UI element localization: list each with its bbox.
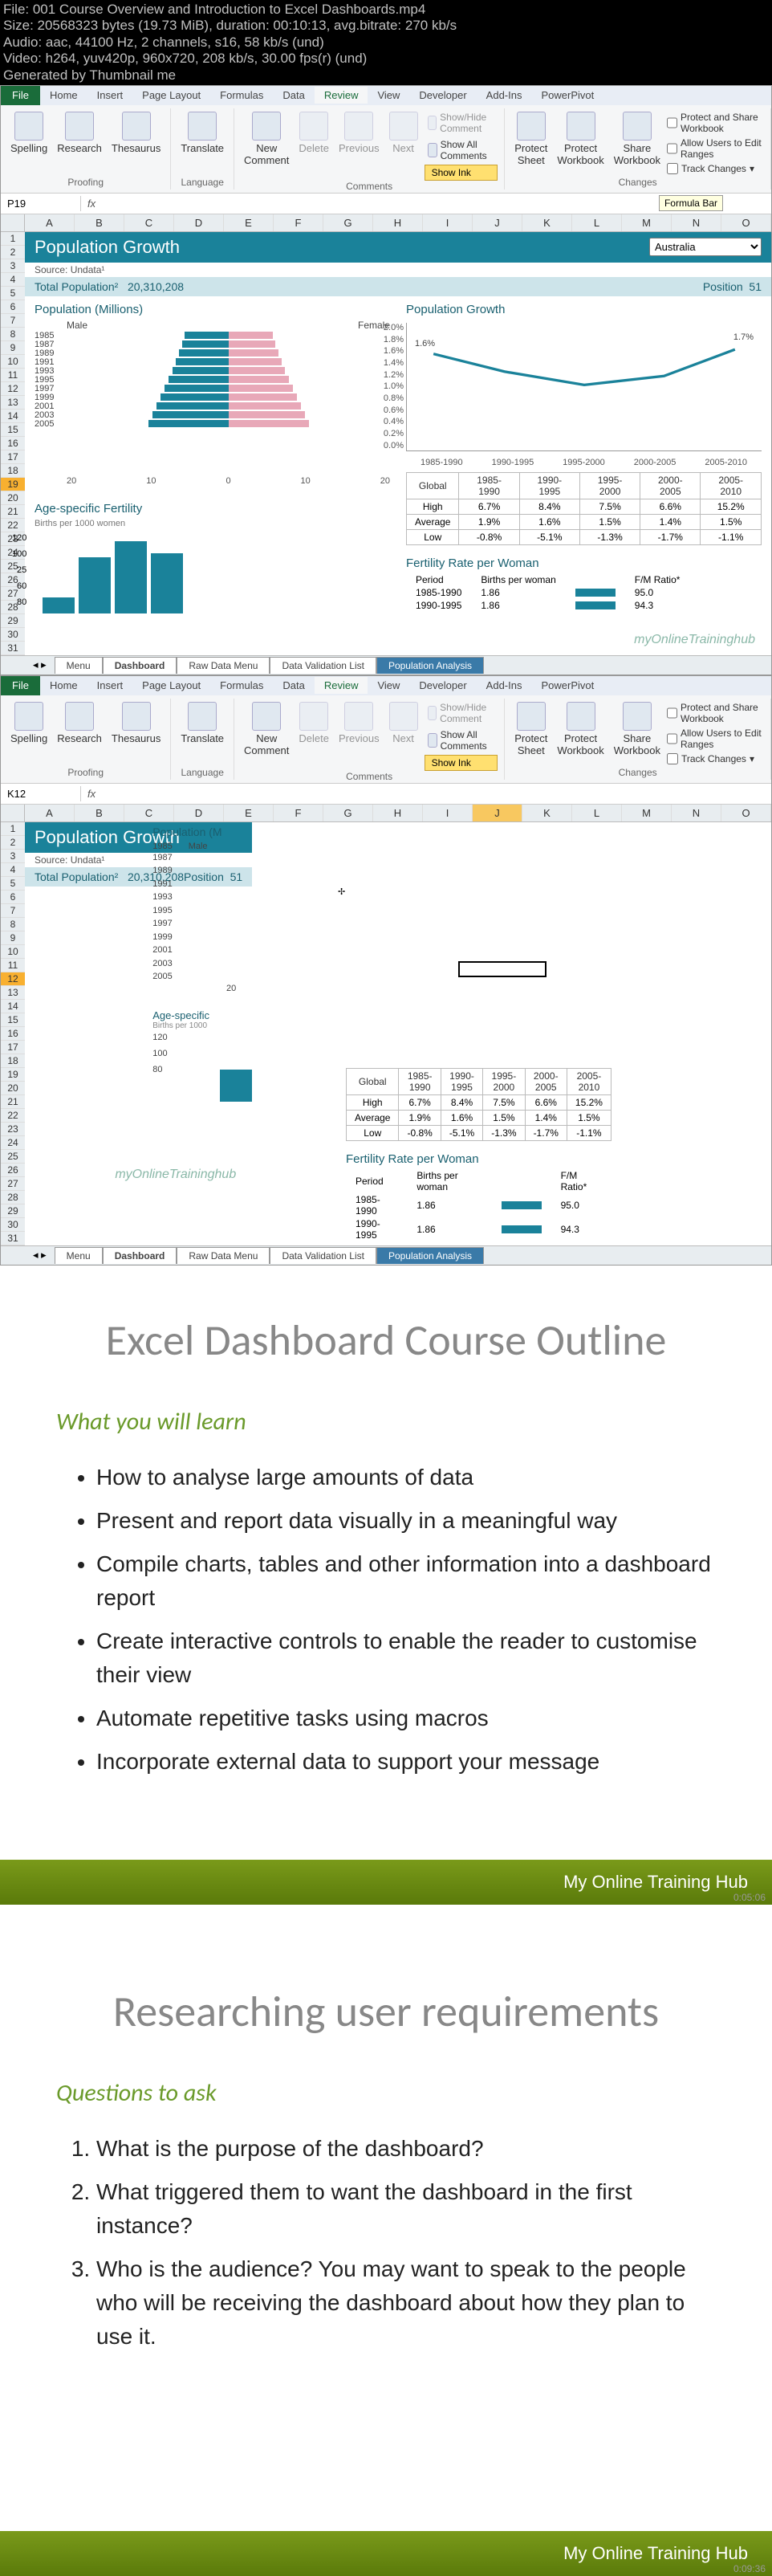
share-icon — [623, 112, 652, 141]
worksheet-canvas-2[interactable]: Population Growth Source: Undata¹ Total … — [25, 822, 252, 1245]
tab-addins[interactable]: Add-Ins — [477, 87, 532, 104]
tab-view[interactable]: View — [368, 87, 409, 104]
slide-list: How to analyse large amounts of dataPres… — [56, 1461, 716, 1779]
tab-pagelayout[interactable]: Page Layout — [132, 87, 210, 104]
protect-workbook-button[interactable]: Protect Workbook — [554, 110, 607, 168]
allow-users-checkbox[interactable]: Allow Users to Edit Ranges — [667, 137, 764, 160]
protect-sheet-button[interactable]: Protect Sheet — [511, 110, 551, 168]
population-growth-chart: 2.0%1.8%1.6%1.4%1.2%1.0%0.8%0.6%0.4%0.2%… — [406, 323, 762, 451]
ribbon: Spelling Research Thesaurus Proofing Tra… — [1, 105, 771, 194]
showhide-icon — [428, 116, 437, 130]
slide-title: Excel Dashboard Course Outline — [56, 1314, 716, 1367]
name-box[interactable]: P19 — [1, 196, 81, 211]
frw-title: Fertility Rate per Woman — [406, 556, 762, 570]
row-headers: 1234567891011121314151617181920212223242… — [1, 232, 25, 655]
delete-icon — [299, 112, 328, 141]
group-changes: Protect Sheet Protect Workbook Share Wor… — [505, 108, 771, 190]
new-comment-button[interactable]: New Comment — [241, 110, 292, 168]
sheet-tab-dashboard[interactable]: Dashboard — [103, 657, 177, 674]
tab-review[interactable]: Review — [315, 87, 368, 104]
fertility-title: Age-specific Fertility — [35, 502, 390, 516]
formula-bar-tooltip: Formula Bar — [659, 195, 723, 211]
timestamp: 0:05:06 — [733, 1892, 766, 1903]
country-select[interactable]: Australia — [649, 238, 762, 256]
formula-bar: P19 fx Formula Bar — [1, 194, 771, 214]
group-proofing: Spelling Research Thesaurus Proofing — [1, 108, 171, 190]
prev-comment-button[interactable]: Previous — [335, 110, 383, 156]
track-changes-button[interactable]: Track Changes ▾ — [667, 163, 764, 174]
file-tab[interactable]: File — [1, 676, 40, 695]
sheet-tabs: ◂ ▸ Menu Dashboard Raw Data Menu Data Va… — [1, 655, 771, 675]
excel-window-1: File Home Insert Page Layout Formulas Da… — [0, 85, 772, 675]
fx-icon[interactable]: fx — [81, 198, 102, 210]
research-button[interactable]: Research — [54, 110, 105, 156]
show-ink-button[interactable]: Show Ink — [425, 165, 498, 181]
source-text: Source: Undata¹ — [25, 263, 771, 277]
translate-button[interactable]: Translate — [177, 110, 227, 156]
growth-chart-title: Population Growth — [406, 303, 762, 316]
protect-share-checkbox[interactable]: Protect and Share Workbook — [667, 112, 764, 134]
slide-user-requirements: Researching user requirements Questions … — [0, 1937, 772, 2499]
dashboard-title-bar: Population Growth Australia — [25, 232, 771, 263]
slide-list: What is the purpose of the dashboard?Wha… — [56, 2132, 716, 2354]
col-a[interactable]: A — [25, 214, 75, 231]
group-language: Translate Language — [171, 108, 234, 190]
tab-home[interactable]: Home — [40, 87, 87, 104]
slide-course-outline: Excel Dashboard Course Outline What you … — [0, 1266, 772, 1828]
tab-powerpivot[interactable]: PowerPivot — [531, 87, 603, 104]
tab-formulas[interactable]: Formulas — [210, 87, 273, 104]
fertility-bar-chart: 120 100 25 60 80 — [35, 533, 390, 613]
comment-icon — [252, 112, 281, 141]
sheet-tab-menu[interactable]: Menu — [55, 657, 103, 674]
tab-insert[interactable]: Insert — [87, 87, 133, 104]
spelling-button[interactable]: Spelling — [7, 110, 51, 156]
file-tab[interactable]: File — [1, 86, 40, 105]
translate-icon — [188, 112, 217, 141]
showall-icon — [428, 143, 437, 157]
slide-title: Researching user requirements — [56, 1985, 716, 2038]
sheet-tab-population[interactable]: Population Analysis — [376, 657, 484, 674]
sheet-tab-validation[interactable]: Data Validation List — [270, 657, 376, 674]
side-chart-panel: Population (M 1985Male 19871989199119931… — [148, 822, 252, 1078]
group-comments: New Comment Delete Previous Next Show/Hi… — [234, 108, 505, 190]
slide-subtitle: Questions to ask — [56, 2078, 716, 2108]
thesaurus-button[interactable]: Thesaurus — [108, 110, 164, 156]
tab-developer[interactable]: Developer — [409, 87, 476, 104]
research-icon — [65, 112, 94, 141]
tab-data[interactable]: Data — [273, 87, 314, 104]
population-pyramid-chart: 1985198719891991199319951997199920012003… — [35, 332, 390, 476]
prev-icon — [344, 112, 373, 141]
slide-subtitle: What you will learn — [56, 1407, 716, 1437]
worksheet-canvas[interactable]: Population Growth Australia Source: Unda… — [25, 232, 771, 655]
next-icon — [389, 112, 418, 141]
global-data-table: Global1985-19901990-19951995-20002000-20… — [406, 472, 762, 545]
delete-comment-button[interactable]: Delete — [295, 110, 332, 156]
showall-comments-button[interactable]: Show All Comments — [425, 137, 498, 163]
sheet-tab-rawdata[interactable]: Raw Data Menu — [177, 657, 270, 674]
summary-bar: Total Population² 20,310,208 Position 51 — [25, 277, 771, 296]
excel-window-2: File HomeInsertPage LayoutFormulasDataRe… — [0, 675, 772, 1266]
spelling-icon — [14, 112, 43, 141]
watermark: myOnlineTraininghub — [634, 633, 755, 647]
active-cell[interactable] — [458, 961, 546, 977]
column-headers: ABCDEFGHIJKLMNO — [1, 214, 771, 232]
slide-footer: My Online Training Hub 0:05:06 — [0, 1860, 772, 1905]
lock-icon — [517, 112, 546, 141]
fertility-rate-table: PeriodBirths per womanF/M Ratio*1985-199… — [406, 573, 689, 612]
next-comment-button[interactable]: Next — [386, 110, 421, 156]
video-metadata: File: 001 Course Overview and Introducti… — [0, 0, 772, 85]
showhide-comment-button[interactable]: Show/Hide Comment — [425, 110, 498, 136]
name-box[interactable]: K12 — [1, 786, 81, 801]
workbook-lock-icon — [567, 112, 595, 141]
pop-millions-title: Population (Millions) — [35, 303, 390, 316]
ribbon-tabs: File Home Insert Page Layout Formulas Da… — [1, 86, 771, 105]
page-title: Population Growth — [35, 237, 180, 258]
share-workbook-button[interactable]: Share Workbook — [611, 110, 664, 168]
thesaurus-icon — [122, 112, 151, 141]
